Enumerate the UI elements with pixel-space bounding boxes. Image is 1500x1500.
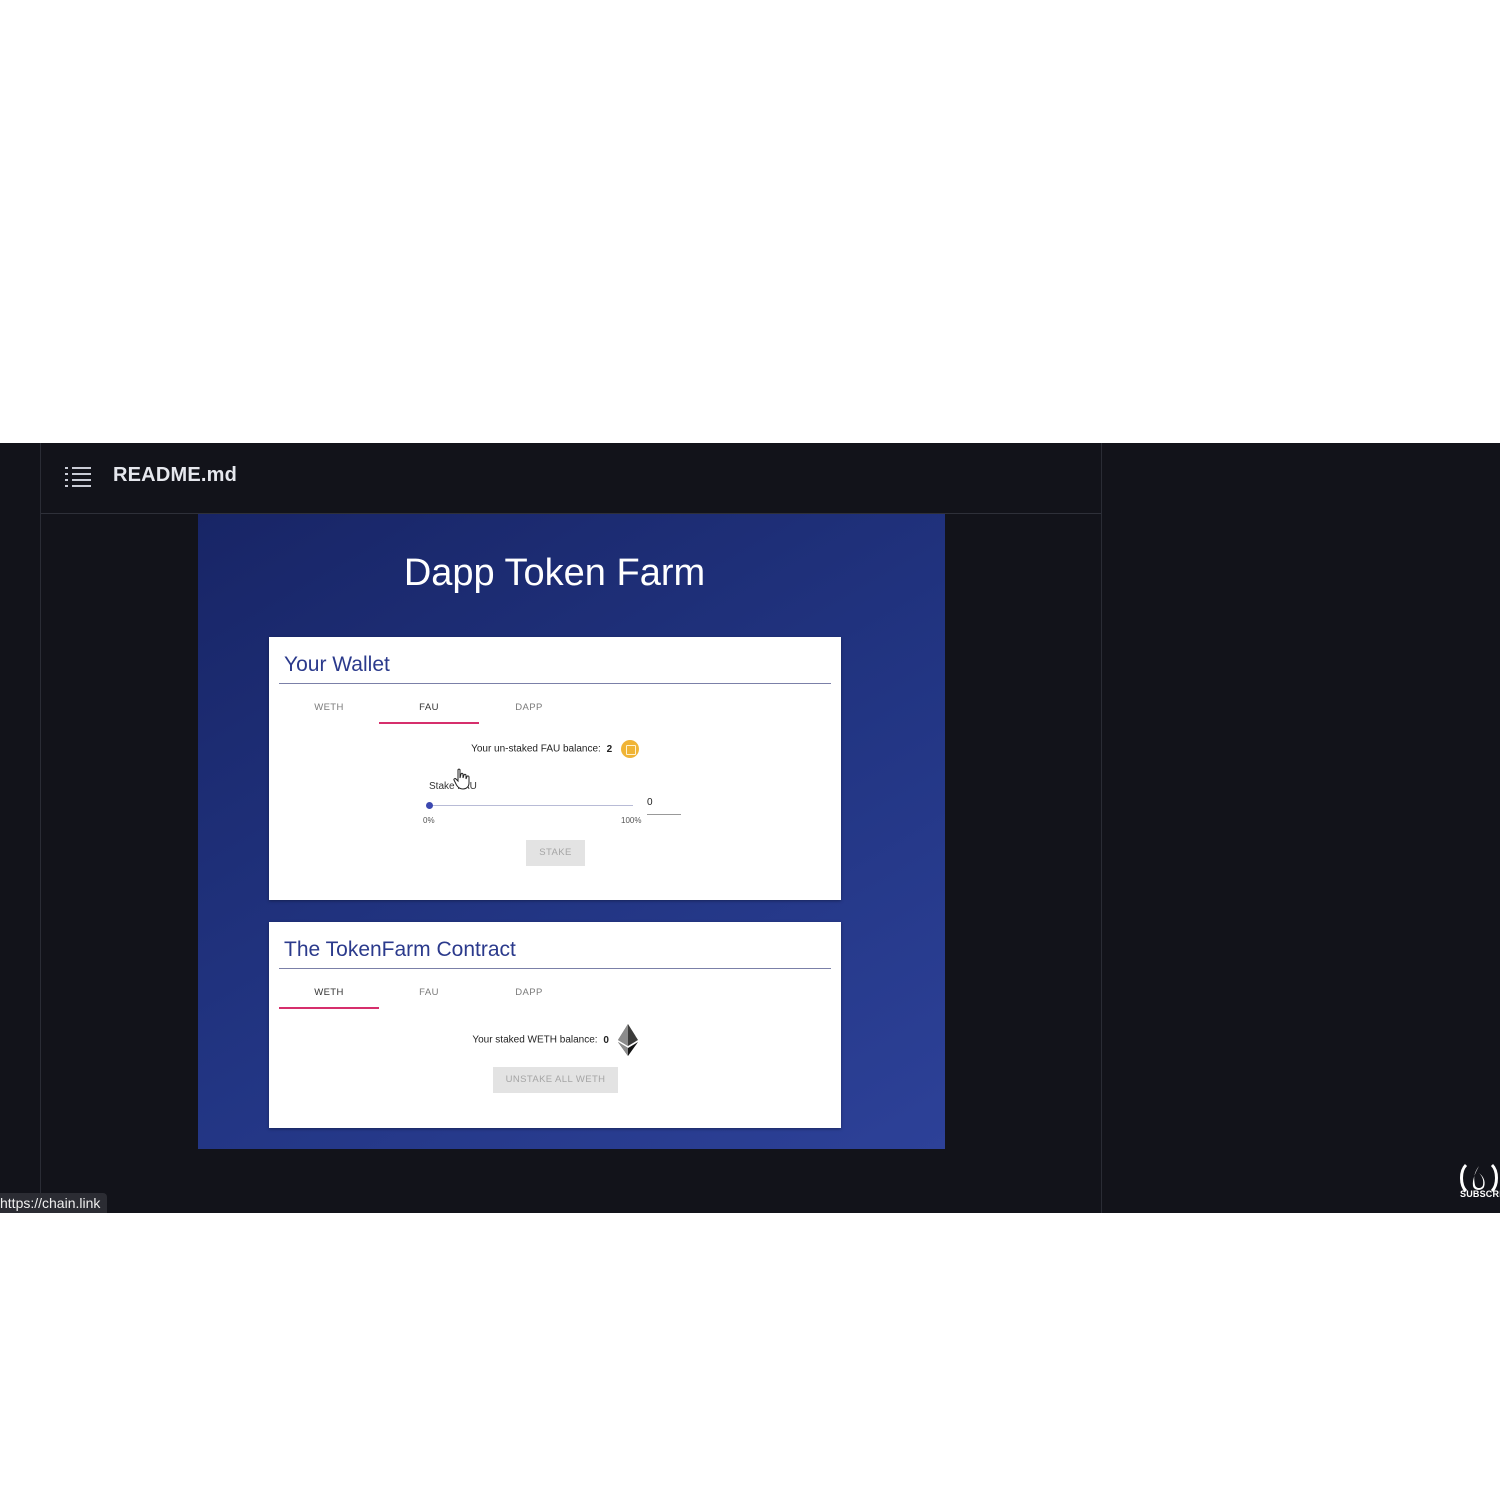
status-url: https://chain.link [0, 1193, 108, 1213]
wallet-card: Your Wallet WETH FAU DAPP Your un-staked… [269, 637, 841, 900]
unstake-all-button[interactable]: UNSTAKE ALL WETH [493, 1067, 618, 1093]
tokenfarm-card-title: The TokenFarm Contract [284, 938, 516, 961]
unstaked-balance-row: Your un-staked FAU balance: 2 [269, 740, 841, 758]
hand-cursor-icon [453, 768, 470, 790]
tab-dapp[interactable]: DAPP [479, 693, 579, 723]
wallet-tabs: WETH FAU DAPP [279, 693, 579, 725]
tokenfarm-card: The TokenFarm Contract WETH FAU DAPP You… [269, 922, 841, 1128]
card-divider [279, 683, 831, 684]
list-icon[interactable] [65, 466, 91, 488]
contract-tabs: WETH FAU DAPP [279, 978, 579, 1010]
slider-min-label: 0% [423, 816, 435, 825]
fau-coin-icon [620, 740, 639, 758]
tab-weth[interactable]: WETH [279, 978, 379, 1009]
stake-amount-input[interactable]: 0 [647, 797, 681, 815]
stake-slider-thumb[interactable] [426, 802, 433, 809]
tab-weth[interactable]: WETH [279, 693, 379, 723]
tab-fau[interactable]: FAU [379, 978, 479, 1008]
balance-label: Your staked WETH balance: [472, 1034, 598, 1046]
video-frame: README.md Dapp Token Farm Your Wallet WE… [0, 443, 1500, 1213]
balance-value: 0 [603, 1034, 609, 1046]
staked-balance-row: Your staked WETH balance: 0 [269, 1024, 841, 1056]
ethereum-icon [617, 1024, 638, 1056]
subscribe-label: SUBSCRIBE [1460, 1189, 1500, 1199]
right-divider [1101, 443, 1102, 1213]
dapp-title: Dapp Token Farm [403, 552, 706, 594]
tab-dapp[interactable]: DAPP [479, 978, 579, 1008]
readme-header: README.md [41, 443, 1101, 514]
balance-label: Your un-staked FAU balance: [471, 743, 601, 755]
wallet-card-title: Your Wallet [284, 653, 390, 676]
readme-title: README.md [113, 464, 238, 486]
stake-button[interactable]: STAKE [526, 840, 585, 866]
dapp-screenshot: Dapp Token Farm Your Wallet WETH FAU DAP… [198, 514, 945, 1149]
slider-max-label: 100% [621, 816, 642, 825]
stake-slider[interactable] [429, 805, 633, 806]
tab-fau[interactable]: FAU [379, 693, 479, 724]
balance-value: 2 [606, 743, 613, 755]
left-divider [40, 443, 41, 1213]
card-divider [279, 968, 831, 969]
